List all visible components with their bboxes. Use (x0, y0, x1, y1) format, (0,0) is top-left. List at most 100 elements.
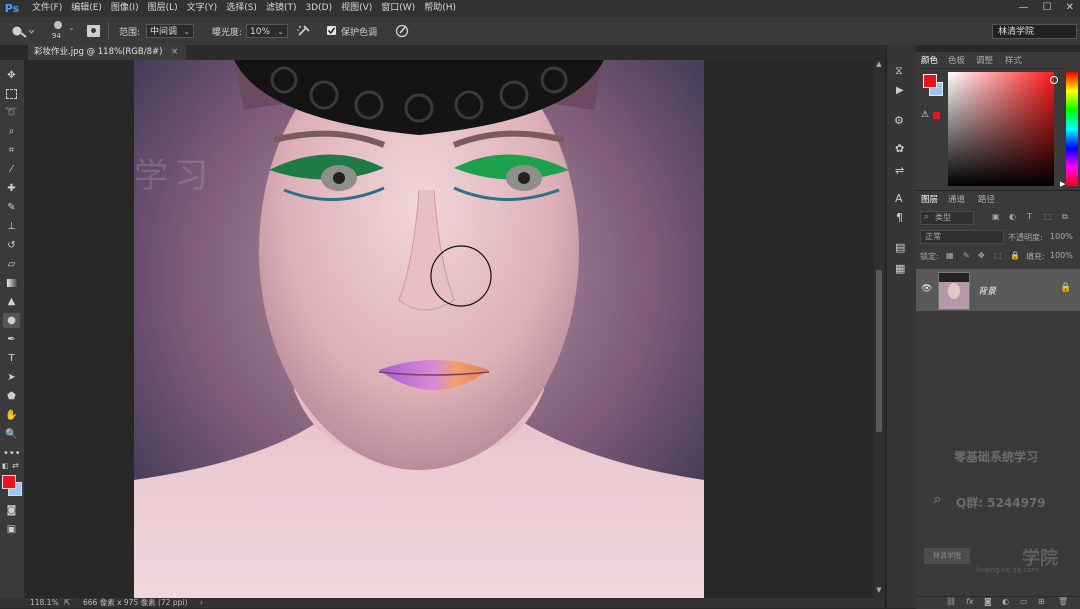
adjustments-icon[interactable]: ⇌ (895, 164, 904, 177)
lasso-tool-icon[interactable]: ➰ (3, 105, 20, 120)
layer-filter-select[interactable]: ⌕ 类型 (920, 211, 974, 225)
type-tool-icon[interactable]: T (3, 351, 20, 366)
menu-filter[interactable]: 滤镜(T) (262, 0, 302, 17)
tab-color[interactable]: 颜色 (921, 54, 938, 66)
airbrush-toggle-button[interactable] (296, 23, 312, 39)
eye-icon[interactable]: 👁 (921, 284, 932, 294)
tab-channels[interactable]: 通道 (948, 193, 965, 205)
color-picker-field[interactable] (948, 72, 1054, 186)
exposure-field[interactable]: 10% ⌄ (246, 24, 288, 38)
opacity-value[interactable]: 100% (1050, 232, 1073, 241)
lock-artboard-icon[interactable]: ⬚ (994, 251, 1002, 260)
marquee-tool-icon[interactable] (3, 86, 20, 101)
tab-swatches[interactable]: 色板 (948, 54, 965, 66)
toggle-brush-panel-button[interactable] (87, 25, 100, 37)
quick-mask-icon[interactable]: ◙ (3, 503, 20, 518)
tab-paths[interactable]: 路径 (978, 193, 995, 205)
layer-name[interactable]: 背景 (978, 284, 996, 297)
delete-layer-icon[interactable]: 🗑 (1058, 597, 1068, 606)
brush-tool-icon[interactable]: ✎ (3, 200, 20, 215)
gradient-tool-icon[interactable] (3, 276, 20, 291)
filter-adjustment-icon[interactable]: ◐ (1009, 212, 1016, 221)
menu-3d[interactable]: 3D(D) (301, 0, 337, 17)
hue-slider[interactable] (1066, 72, 1078, 186)
brush-preset-picker[interactable]: 94 ⌄ (48, 20, 78, 42)
swap-colors-icon[interactable]: ⇄ (12, 461, 20, 470)
close-tab-button[interactable]: × (171, 47, 178, 57)
brush-settings-icon[interactable]: ✿ (895, 142, 904, 155)
menu-select[interactable]: 选择(S) (222, 0, 262, 17)
history-brush-tool-icon[interactable]: ↺ (3, 238, 20, 253)
document-tab[interactable]: 彩妆作业.jpg @ 118%(RGB/8#) × (28, 45, 187, 60)
link-layers-icon[interactable]: ⛓ (946, 597, 956, 606)
character-panel-icon[interactable]: A (895, 192, 903, 205)
more-tools-icon[interactable]: ••• (3, 446, 21, 461)
shape-tool-icon[interactable]: ⬟ (3, 389, 20, 404)
menu-layer[interactable]: 图层(L) (144, 0, 183, 17)
lock-transparent-icon[interactable]: ▦ (946, 251, 954, 260)
menu-window[interactable]: 窗口(W) (377, 0, 420, 17)
close-window-button[interactable]: ✕ (1066, 0, 1074, 17)
lock-position-icon[interactable]: ✥ (978, 251, 985, 260)
scroll-up-icon[interactable]: ▲ (874, 60, 884, 70)
lock-all-icon[interactable]: 🔒 (1010, 251, 1020, 260)
adjustment-layer-icon[interactable]: ◐ (1002, 597, 1009, 606)
workspace-switcher[interactable]: 林清学院 (992, 24, 1077, 39)
menu-view[interactable]: 视图(V) (337, 0, 377, 17)
tab-styles[interactable]: 样式 (1005, 54, 1022, 66)
pen-tool-icon[interactable]: ✒ (3, 332, 20, 347)
maximize-button[interactable]: ☐ (1043, 0, 1052, 17)
screen-mode-icon[interactable]: ▣ (3, 522, 20, 537)
properties-panel-icon[interactable]: ⚙ (894, 114, 904, 127)
filter-shape-icon[interactable]: ⬚ (1044, 212, 1052, 221)
foreground-color-swatch[interactable] (2, 475, 16, 489)
document-image[interactable]: 学习 (134, 60, 704, 598)
healing-brush-tool-icon[interactable]: ✚ (3, 181, 20, 196)
zoom-tool-icon[interactable]: 🔍 (3, 427, 20, 442)
path-selection-tool-icon[interactable]: ➤ (3, 370, 20, 385)
hand-tool-icon[interactable]: ✋ (3, 408, 20, 423)
pressure-size-button[interactable] (394, 23, 410, 39)
hue-slider-marker[interactable]: ▶ (1060, 180, 1065, 188)
eraser-tool-icon[interactable]: ▱ (3, 257, 20, 272)
protect-tones-checkbox[interactable] (327, 26, 336, 35)
libraries-panel-icon[interactable]: ▤ (895, 241, 905, 254)
tool-preset-picker[interactable] (8, 24, 35, 38)
menu-help[interactable]: 帮助(H) (420, 0, 461, 17)
scrollbar-thumb[interactable] (876, 270, 882, 432)
blur-tool-icon[interactable]: ▲ (3, 294, 20, 309)
new-layer-icon[interactable]: ⊞ (1038, 597, 1045, 606)
layer-row[interactable]: 👁 背景 🔒 (916, 269, 1080, 311)
filter-type-icon[interactable]: T (1027, 212, 1032, 221)
eyedropper-tool-icon[interactable]: ⁄ (3, 162, 20, 177)
menu-type[interactable]: 文字(Y) (183, 0, 223, 17)
tab-adjustments[interactable]: 调整 (976, 54, 993, 66)
menu-file[interactable]: 文件(F) (28, 0, 67, 17)
default-colors-icon[interactable]: ◧ (2, 462, 10, 470)
export-icon[interactable]: ⇱ (64, 598, 70, 608)
new-group-icon[interactable]: ▭ (1020, 597, 1028, 606)
crop-tool-icon[interactable]: ⌗ (3, 143, 20, 158)
filter-pixel-icon[interactable]: ▣ (992, 212, 1000, 221)
zoom-level[interactable]: 118.1% (30, 598, 59, 608)
move-tool-icon[interactable]: ✥ (3, 68, 20, 83)
menu-image[interactable]: 图像(I) (107, 0, 144, 17)
layer-style-icon[interactable]: fx (966, 597, 974, 606)
history-panel-icon[interactable]: ⧖ (895, 64, 903, 78)
blend-mode-select[interactable]: 正常 (920, 230, 1004, 244)
filter-smart-object-icon[interactable]: ⧉ (1062, 212, 1068, 222)
range-select[interactable]: 中间调 ⌄ (146, 24, 194, 38)
notes-panel-icon[interactable]: ▦ (895, 262, 905, 275)
lock-image-icon[interactable]: ✎ (963, 251, 970, 260)
quick-selection-tool-icon[interactable]: ⌕ (3, 124, 20, 139)
actions-panel-icon[interactable]: ▶ (896, 85, 904, 96)
dodge-tool-icon[interactable]: ● (3, 313, 20, 328)
minimize-button[interactable]: — (1019, 0, 1029, 17)
menu-edit[interactable]: 编辑(E) (67, 0, 107, 17)
color-picker-cursor[interactable] (1050, 76, 1058, 84)
paragraph-panel-icon[interactable]: ¶ (896, 211, 903, 224)
foreground-color-swatch[interactable] (923, 74, 937, 88)
scroll-down-icon[interactable]: ▼ (874, 586, 884, 596)
tab-layers[interactable]: 图层 (921, 193, 938, 205)
gamut-swatch[interactable] (933, 112, 940, 119)
